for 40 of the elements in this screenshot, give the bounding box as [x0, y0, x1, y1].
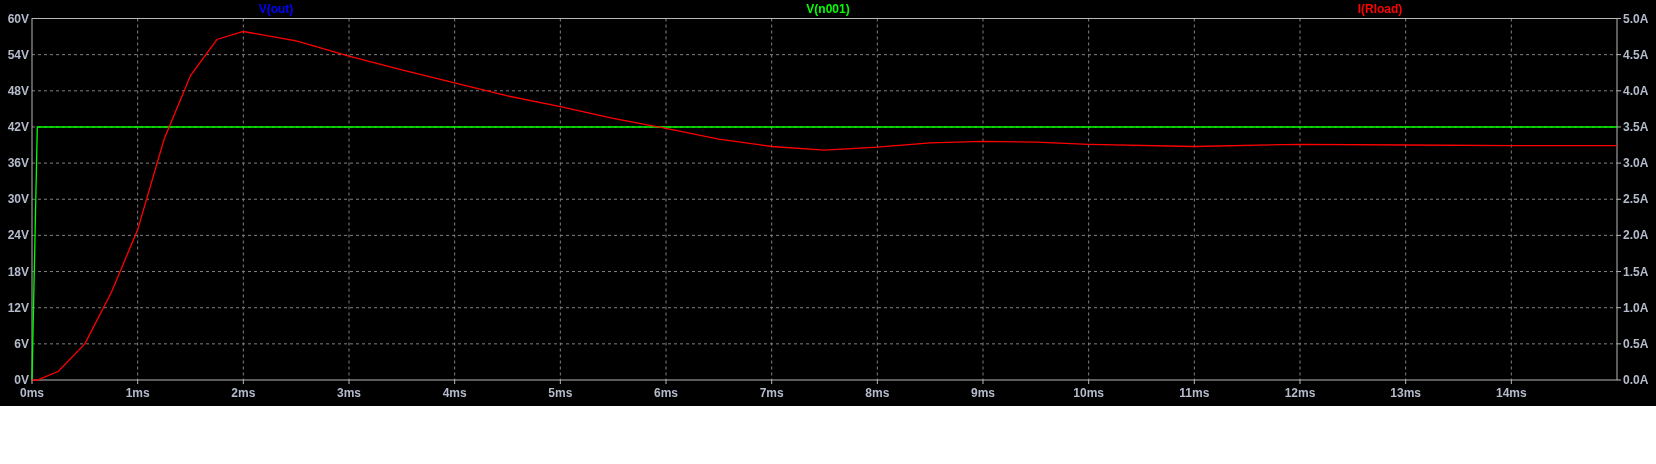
axis-tick-label: 18V [7, 264, 29, 279]
axis-tick-label: 2.0A [1623, 228, 1649, 243]
axis-tick-label: 42V [7, 119, 29, 134]
axis-tick-label: 3.5A [1623, 119, 1649, 134]
axis-tick-label: 14ms [1496, 386, 1527, 400]
axis-tick-label: 8ms [865, 386, 890, 400]
axis-tick-label: 0V [14, 373, 29, 387]
trace-legend-label: V(out) [258, 2, 294, 16]
axis-tick-label: 4.0A [1623, 83, 1649, 98]
axis-tick-label: 1.0A [1623, 300, 1649, 315]
axis-tick-label: 4ms [442, 386, 467, 400]
axis-tick-label: 6V [14, 336, 29, 351]
axis-tick-label: 12ms [1284, 386, 1316, 400]
axis-tick-label: 0.5A [1623, 336, 1649, 351]
axis-tick-label: 10ms [1073, 386, 1104, 400]
axis-tick-label: 0ms [20, 386, 44, 400]
axis-tick-label: 9ms [971, 386, 995, 400]
trace-legend-label: V(n001) [806, 2, 850, 16]
axis-tick-label: 12V [7, 300, 29, 315]
axis-tick-label: 1.5A [1623, 264, 1649, 279]
axis-tick-label: 0.0A [1623, 373, 1649, 387]
axis-tick-label: 60V [7, 11, 29, 26]
axis-tick-label: 4.5A [1623, 47, 1649, 62]
axis-tick-label: 30V [7, 192, 29, 207]
axis-tick-label: 2ms [231, 386, 256, 400]
axis-tick-label: 36V [7, 156, 29, 171]
axis-tick-label: 11ms [1179, 386, 1210, 400]
axis-tick-label: 13ms [1390, 386, 1421, 400]
axis-tick-label: 54V [7, 47, 29, 62]
axis-tick-label: 5ms [548, 386, 573, 400]
axis-tick-label: 6ms [654, 386, 678, 400]
axis-tick-label: 24V [7, 228, 29, 243]
axis-tick-label: 3.0A [1623, 156, 1649, 171]
axis-tick-label: 5.0A [1623, 11, 1649, 26]
trace-legend-label: I(Rload) [1357, 2, 1403, 16]
axis-tick-label: 3ms [337, 386, 361, 400]
axis-tick-label: 7ms [759, 386, 784, 400]
axis-tick-label: 2.5A [1623, 192, 1649, 207]
axis-tick-label: 48V [7, 83, 29, 98]
axis-tick-label: 1ms [125, 386, 150, 400]
